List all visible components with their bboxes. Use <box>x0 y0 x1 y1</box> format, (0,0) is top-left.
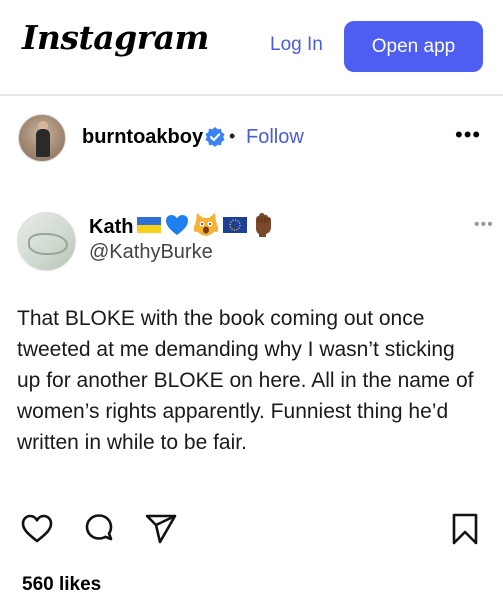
eu-flag-icon <box>223 217 247 233</box>
tweet-author-avatar <box>17 212 76 271</box>
tweet-line: tweeted at me demanding why I wasn’t sti… <box>17 338 455 361</box>
tweet-body: That BLOKE with the book coming out once… <box>17 303 497 458</box>
more-options-icon[interactable]: ••• <box>455 122 481 148</box>
avatar-drawing-shape <box>28 233 68 255</box>
open-app-button[interactable]: Open app <box>344 21 483 72</box>
ukraine-flag-icon <box>137 217 161 233</box>
heart-icon[interactable] <box>20 512 54 546</box>
tweet-name-emoji-row <box>137 210 275 240</box>
follow-button[interactable]: Follow <box>246 126 304 149</box>
login-link[interactable]: Log In <box>270 34 323 56</box>
avatar-body-shape <box>36 129 50 157</box>
tweet-line: written in while to be fair. <box>17 431 247 454</box>
tweet-more-icon: ••• <box>474 216 494 233</box>
instagram-logo[interactable]: Instagram <box>22 18 209 57</box>
tweet-line: up for another BLOKE on here. All in the… <box>17 369 474 392</box>
verified-badge-icon <box>205 127 225 147</box>
raised-fist-icon <box>256 213 271 237</box>
share-icon[interactable] <box>144 512 178 546</box>
tweet-author-name: Kath <box>89 216 134 238</box>
bookmark-icon[interactable] <box>448 512 482 546</box>
post-username[interactable]: burntoakboy <box>82 126 203 149</box>
separator-dot: • <box>229 126 236 146</box>
tweet-author-handle: @KathyBurke <box>89 241 213 263</box>
open-app-label: Open app <box>371 35 456 57</box>
screaming-cat-icon <box>194 213 218 236</box>
top-app-bar: Instagram Log In Open app <box>0 0 503 94</box>
header-divider <box>0 94 503 96</box>
likes-count[interactable]: 560 likes <box>22 574 101 596</box>
comment-icon[interactable] <box>82 512 116 546</box>
tweet-line: That BLOKE with the book coming out once <box>17 307 425 330</box>
tweet-line: women’s rights apparently. Funniest thin… <box>17 400 449 423</box>
post-author-avatar[interactable] <box>18 114 66 162</box>
blue-heart-icon <box>166 215 188 235</box>
